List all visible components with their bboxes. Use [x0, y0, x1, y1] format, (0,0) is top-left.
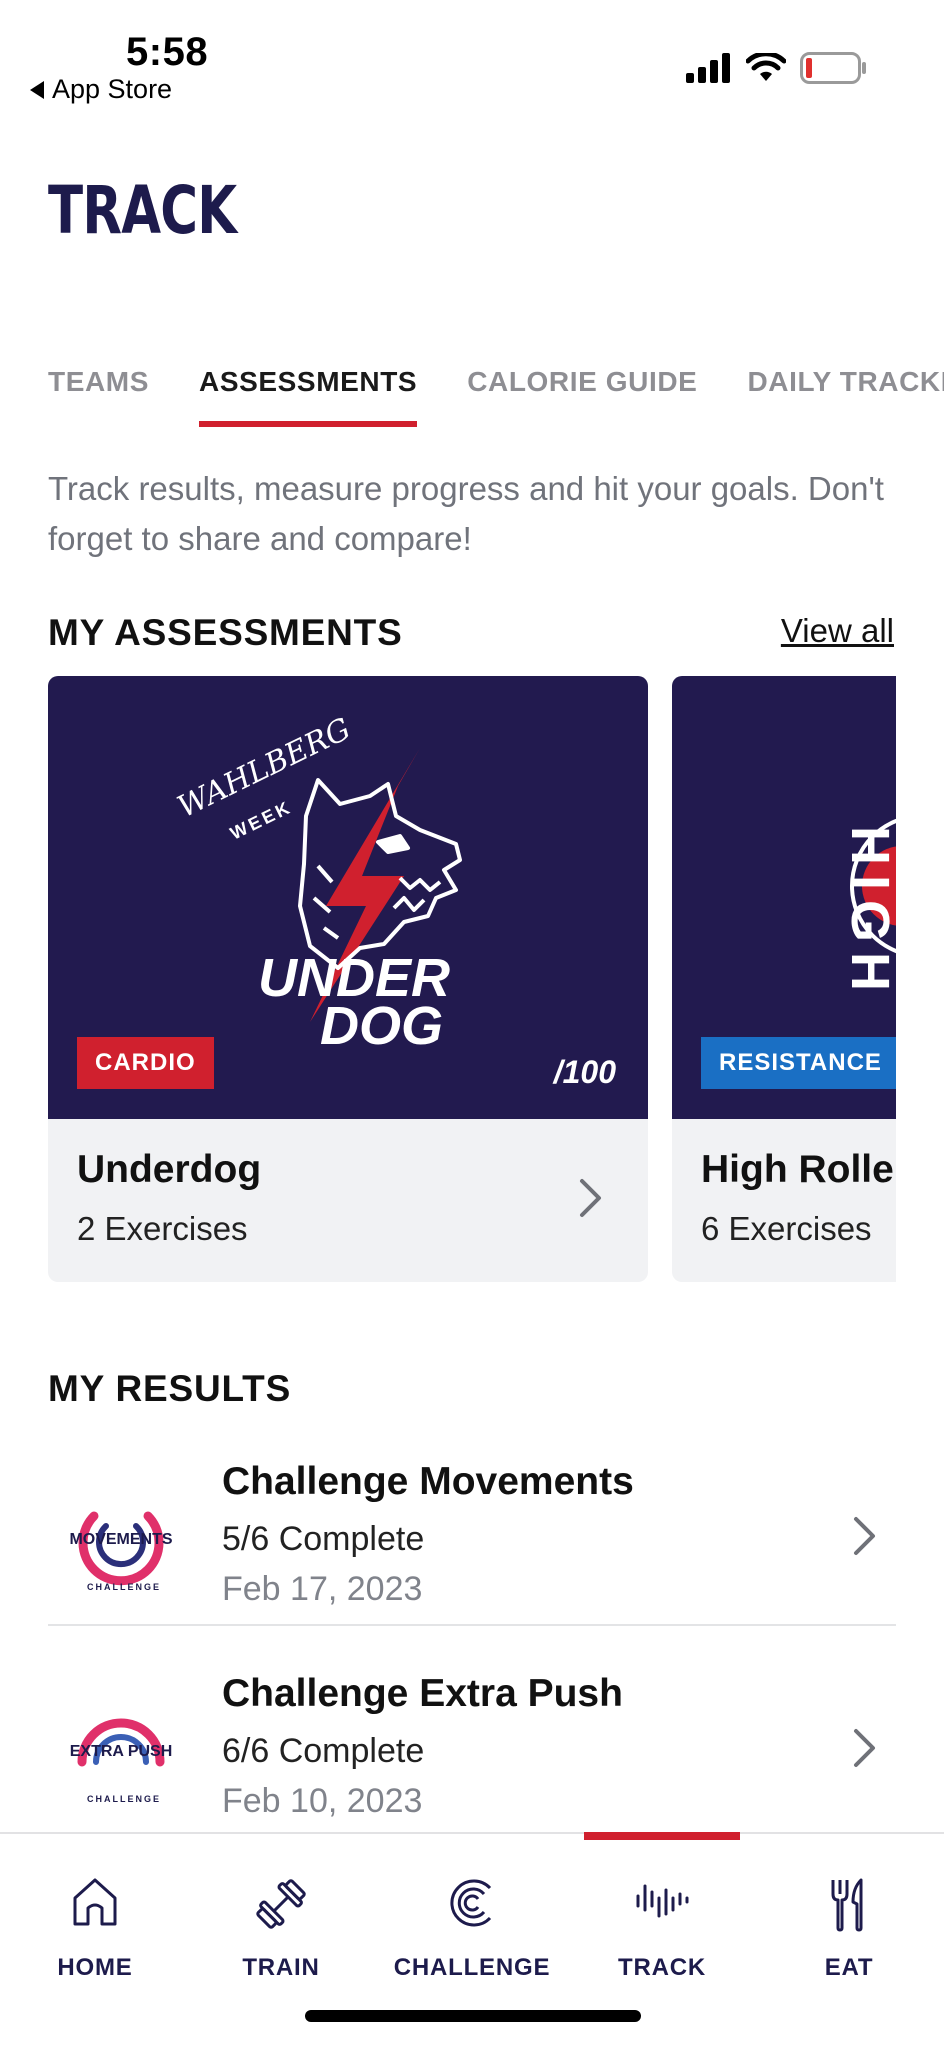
status-indicators	[686, 52, 866, 84]
result-row-movements[interactable]: MOVEMENTS CHALLENGE Challenge Movements …	[48, 1440, 896, 1651]
nav-home[interactable]: HOME	[0, 1834, 190, 2004]
tab-calorie-guide[interactable]: CALORIE GUIDE	[467, 364, 697, 430]
tab-daily-tracker[interactable]: DAILY TRACKER	[747, 364, 944, 430]
assessment-name: Underdog	[77, 1148, 262, 1191]
nav-train[interactable]: TRAIN	[186, 1834, 376, 2004]
result-date: Feb 10, 2023	[222, 1782, 423, 1820]
nav-challenge[interactable]: CHALLENGE	[377, 1834, 567, 2004]
assessment-name: High Roller	[701, 1148, 896, 1191]
score-total: /100	[553, 1054, 616, 1090]
category-badge-cardio: CARDIO	[77, 1037, 214, 1089]
art-text-high: HIGH	[840, 826, 896, 1001]
result-status: 5/6 Complete	[222, 1520, 425, 1558]
my-results-heading: MY RESULTS	[48, 1368, 292, 1409]
result-status: 6/6 Complete	[222, 1732, 425, 1770]
nav-label: HOME	[57, 1954, 133, 1981]
tab-teams[interactable]: TEAMS	[48, 364, 149, 430]
nav-label: CHALLENGE	[393, 1954, 551, 1981]
chevron-right-icon	[580, 1179, 601, 1217]
movements-challenge-logo-icon: MOVEMENTS CHALLENGE	[69, 1511, 173, 1592]
tab-bar: TEAMS ASSESSMENTS CALORIE GUIDE DAILY TR…	[48, 364, 944, 430]
high-roller-artwork: HIGH RESISTANCE	[672, 676, 896, 1119]
dumbbell-icon	[256, 1879, 306, 1929]
chevron-right-icon	[854, 1729, 875, 1767]
category-badge-resistance: RESISTANCE	[701, 1037, 896, 1089]
exercise-count: 6 Exercises	[701, 1210, 872, 1247]
nav-label: TRACK	[618, 1954, 706, 1981]
status-time: 5:58	[126, 30, 209, 74]
art-text-dog: DOG	[320, 996, 443, 1056]
logo-sub: CHALLENGE	[87, 1582, 161, 1592]
my-assessments-heading: MY ASSESSMENTS	[48, 612, 403, 653]
result-divider	[48, 1624, 896, 1626]
result-title: Challenge Extra Push	[222, 1672, 623, 1715]
logo-word: MOVEMENTS	[69, 1531, 172, 1548]
nav-label: EAT	[824, 1954, 874, 1981]
assessment-card-high-roller[interactable]: HIGH RESISTANCE High Roller 6 Exercises	[672, 676, 896, 1282]
result-title: Challenge Movements	[222, 1460, 634, 1503]
signal-icon	[686, 53, 730, 83]
battery-icon	[800, 52, 866, 84]
logo-sub: CHALLENGE	[87, 1794, 161, 1804]
nav-label: TRAIN	[242, 1954, 320, 1981]
view-all-link[interactable]: View all	[781, 612, 894, 650]
back-arrow-icon	[30, 80, 44, 99]
result-date: Feb 17, 2023	[222, 1570, 423, 1608]
tab-assessments[interactable]: ASSESSMENTS	[199, 364, 418, 430]
back-label: App Store	[52, 74, 173, 104]
chevron-right-icon	[854, 1517, 875, 1555]
art-text-week: WEEK	[227, 797, 295, 844]
page-title: TRACK	[48, 172, 237, 249]
back-to-app-store[interactable]: App Store	[30, 74, 172, 105]
logo-word: EXTRA PUSH	[70, 1743, 173, 1760]
assessment-carousel[interactable]: WAHLBERG WEEK UNDER DOG CARDIO /100 Unde…	[48, 676, 896, 1282]
nav-eat[interactable]: EAT	[754, 1834, 944, 2004]
wifi-icon	[746, 53, 786, 81]
home-indicator[interactable]	[305, 2010, 641, 2022]
home-icon	[73, 1878, 117, 1926]
track-icon	[636, 1884, 689, 1918]
underdog-artwork: WAHLBERG WEEK UNDER DOG CARDIO /100	[48, 676, 648, 1119]
nav-track[interactable]: TRACK	[567, 1834, 757, 2004]
utensils-icon	[831, 1878, 863, 1932]
intro-text: Track results, measure progress and hit …	[48, 470, 884, 557]
challenge-icon	[450, 1879, 492, 1927]
extra-push-challenge-logo-icon: EXTRA PUSH CHALLENGE	[70, 1718, 173, 1804]
assessment-card-underdog[interactable]: WAHLBERG WEEK UNDER DOG CARDIO /100 Unde…	[48, 676, 648, 1282]
exercise-count: 2 Exercises	[77, 1210, 248, 1247]
